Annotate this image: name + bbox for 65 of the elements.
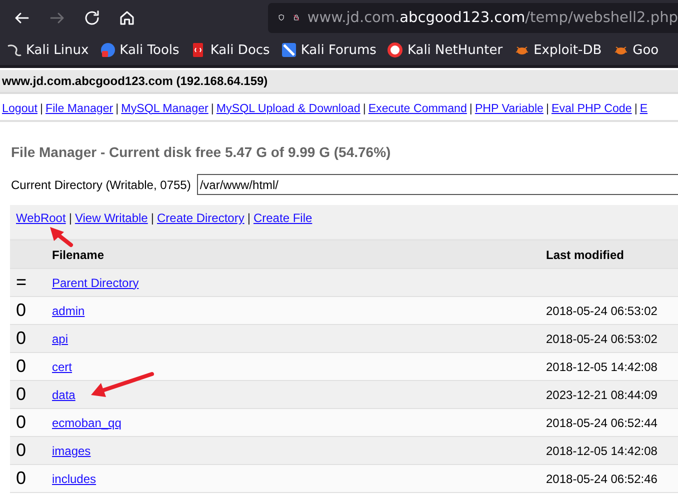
link-separator: | [150, 211, 155, 225]
nav-link[interactable]: PHP Variable [474, 102, 544, 114]
arrow-annotation [88, 370, 156, 400]
marker-cell-text: 0 [15, 300, 28, 321]
bookmark-link[interactable]: Exploit-DB [534, 42, 602, 58]
date-cell-text: 2018-12-05 14:42:08 [546, 360, 658, 374]
date-cell-text: 2018-05-24 06:52:44 [546, 416, 658, 430]
nav-link[interactable]: Logout [2, 102, 38, 114]
page-heading: File Manager - Current disk free 5.47 G of 9.99 G (54.76%) [11, 144, 392, 160]
file-link[interactable]: admin [52, 304, 85, 318]
nav-link[interactable]: E [640, 102, 648, 114]
home-icon[interactable] [118, 8, 136, 26]
action-link[interactable]: Create Directory [156, 211, 244, 225]
file-link[interactable]: images [52, 444, 91, 458]
file-link[interactable]: ecmoban_qq [52, 416, 122, 430]
link-separator: | [362, 102, 367, 114]
link-separator: | [68, 211, 73, 225]
marker-cell-text: 0 [15, 328, 28, 349]
column-header: Filename [52, 248, 106, 262]
link-separator: | [468, 102, 474, 114]
marker-cell-text: 0 [15, 356, 28, 377]
action-link[interactable]: View Writable [74, 211, 148, 225]
link-separator: | [210, 102, 215, 114]
date-cell-text: 2018-05-24 06:53:02 [546, 332, 658, 346]
file-link[interactable]: api [52, 332, 68, 346]
host-title: www.jd.com.abcgood123.com (192.168.64.159) [2, 74, 268, 88]
date-cell-text: 2018-12-05 14:42:08 [546, 444, 658, 458]
bookmark-link[interactable]: Kali Docs [210, 42, 270, 58]
link-separator: | [38, 102, 44, 114]
marker-cell-text: 0 [15, 440, 28, 461]
address-bar[interactable]: www.jd.com.abcgood123.com/temp/webshell2.php [268, 2, 678, 32]
file-link[interactable]: data [52, 388, 76, 402]
arrow-annotation [48, 226, 74, 248]
action-link[interactable]: WebRoot [16, 211, 66, 225]
link-separator: | [114, 102, 120, 114]
link-separator: | [633, 102, 638, 114]
bookmark-link[interactable]: Kali NetHunter [407, 42, 503, 58]
file-link[interactable]: Parent Directory [52, 276, 139, 290]
file-link[interactable]: includes [52, 472, 96, 486]
nav-link[interactable]: MySQL Upload & Download [216, 102, 360, 114]
reload-icon[interactable] [83, 8, 101, 26]
link-separator: | [544, 102, 550, 114]
nav-link[interactable]: MySQL Manager [121, 102, 208, 114]
bookmark-link[interactable]: Kali Linux [26, 42, 89, 58]
bookmark-link[interactable]: Kali Tools [120, 42, 180, 58]
date-cell-text: 2023-12-21 08:44:09 [546, 388, 658, 402]
nav-link[interactable]: Eval PHP Code [551, 102, 632, 114]
ring-icon [387, 42, 404, 58]
nav-link[interactable]: Execute Command [368, 102, 467, 114]
file-link[interactable]: cert [52, 360, 72, 374]
marker-cell-text: 0 [15, 412, 28, 433]
directory-field[interactable]: /var/www/html/ [196, 174, 678, 195]
marker-cell-text: 0 [15, 384, 28, 405]
directory-label: Current Directory (Writable, 0755) [11, 178, 191, 192]
url-text: www.jd.com.abcgood123.com/temp/webshell2.php [307, 10, 678, 26]
column-header: Last modified [546, 248, 626, 262]
link-separator: | [246, 211, 252, 225]
marker-cell-text: 0 [15, 468, 28, 489]
date-cell-text: 2018-05-24 06:52:46 [546, 472, 658, 486]
nav-link[interactable]: File Manager [45, 102, 114, 114]
action-link[interactable]: Create File [253, 211, 312, 225]
bookmark-link[interactable]: Goo [632, 42, 659, 58]
bookmark-link[interactable]: Kali Forums [300, 42, 376, 58]
date-cell-text: 2018-05-24 06:53:02 [546, 304, 658, 318]
marker-cell-text: = [15, 272, 28, 293]
